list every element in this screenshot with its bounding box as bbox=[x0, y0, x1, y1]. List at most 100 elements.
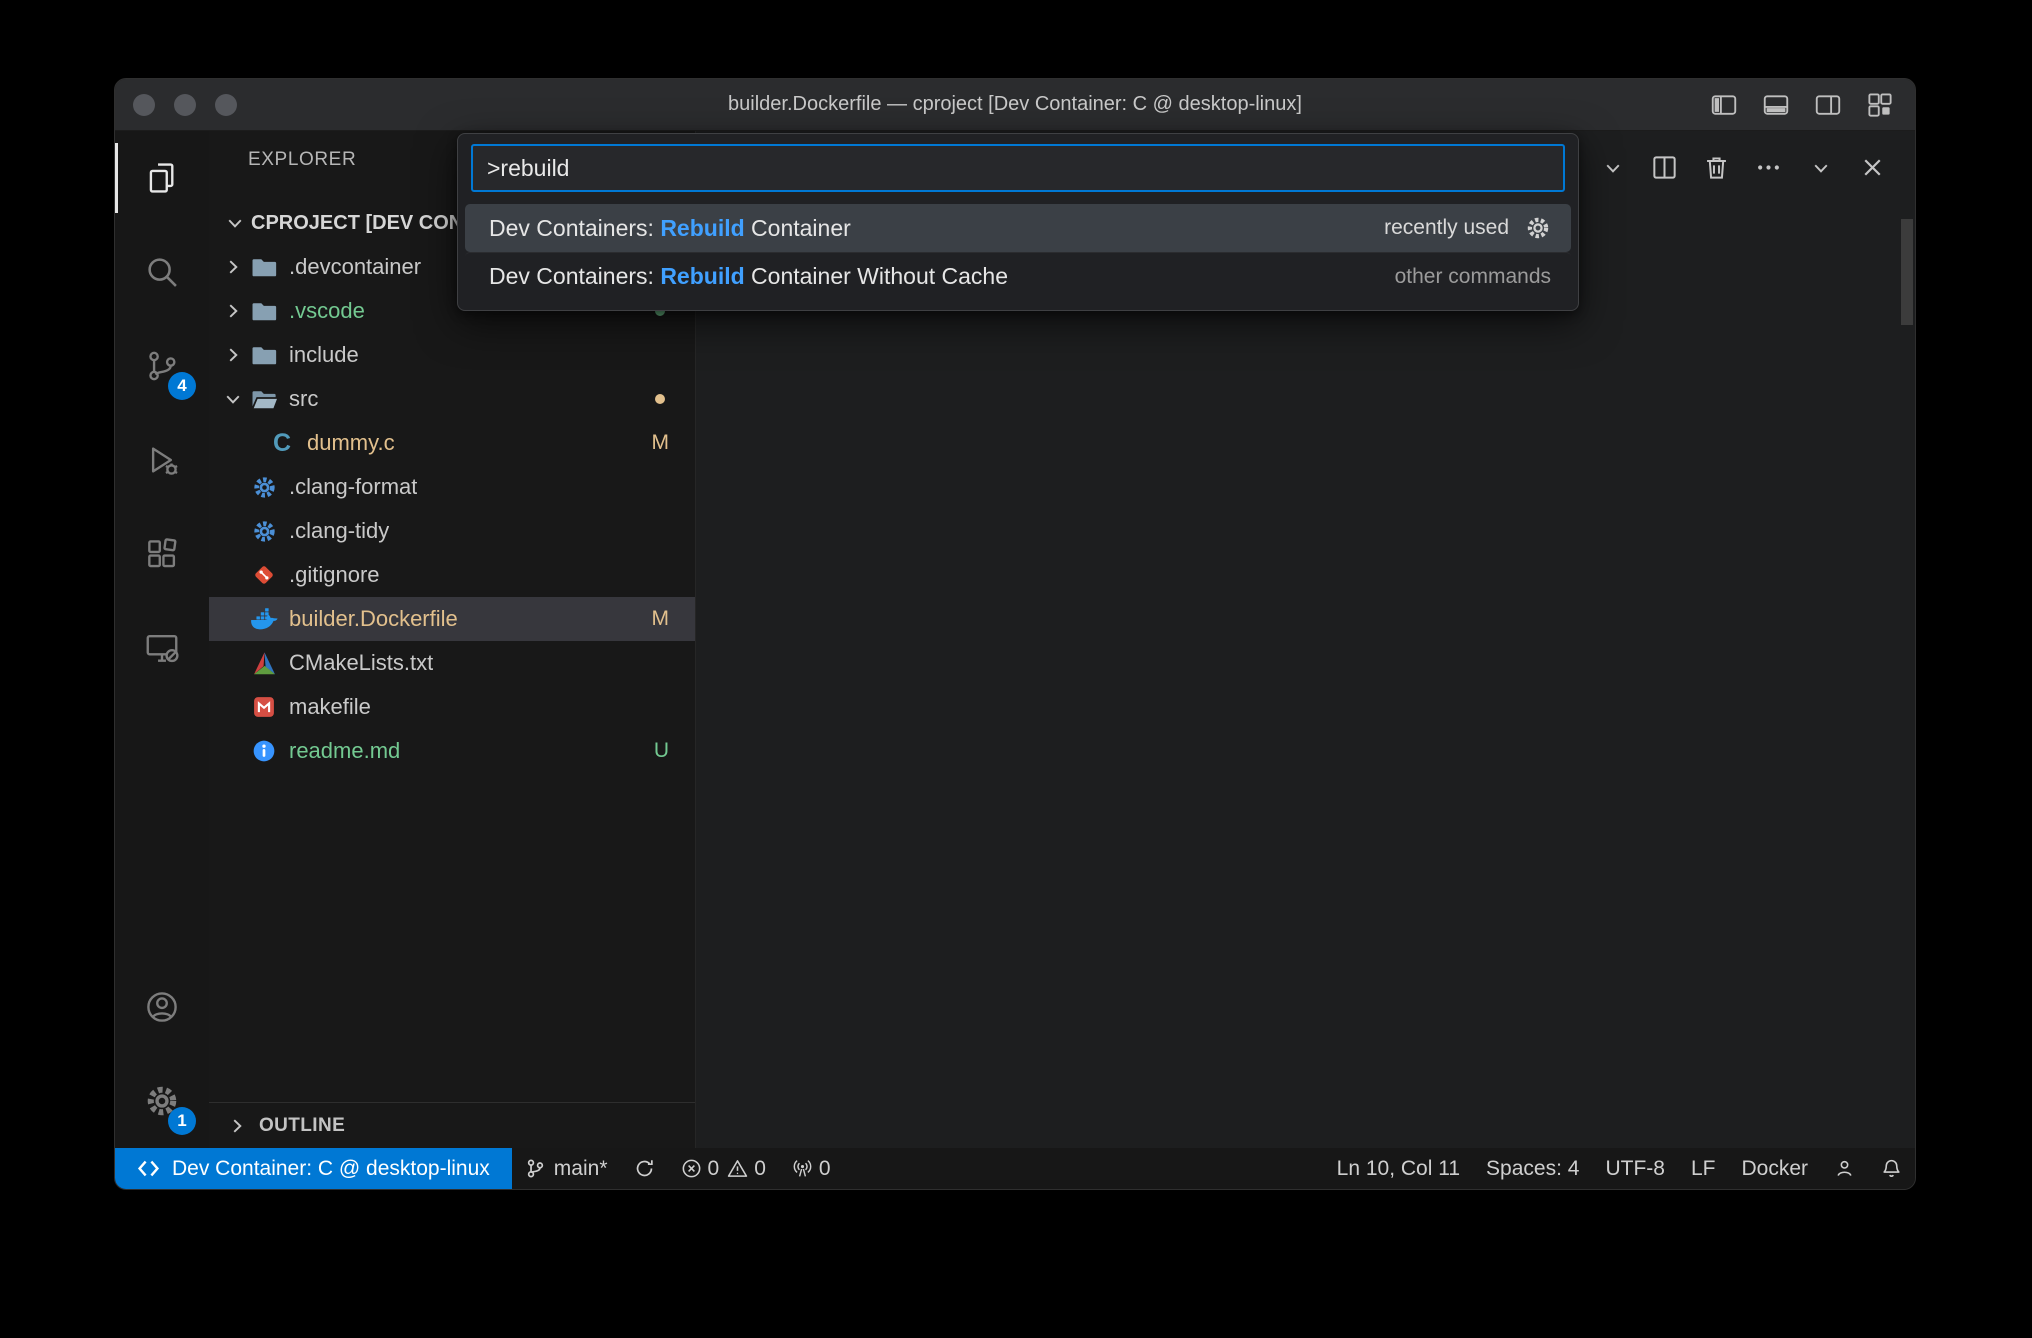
chevron-right-icon[interactable] bbox=[219, 253, 247, 281]
indentation[interactable]: Spaces: 4 bbox=[1473, 1148, 1592, 1189]
file-label: src bbox=[289, 386, 318, 412]
twisty-spacer bbox=[219, 737, 247, 765]
split-panel-button[interactable] bbox=[1648, 151, 1681, 184]
tree-item-include[interactable]: include bbox=[209, 333, 695, 377]
cursor-position[interactable]: Ln 10, Col 11 bbox=[1324, 1148, 1473, 1189]
tree-item-src[interactable]: src bbox=[209, 377, 695, 421]
tree-item-.clang-tidy[interactable]: .clang-tidy bbox=[209, 509, 695, 553]
activity-explorer[interactable] bbox=[115, 131, 209, 225]
command-item-meta: other commands bbox=[1395, 265, 1551, 289]
close-panel-button[interactable] bbox=[1856, 151, 1889, 184]
chevron-right-icon[interactable] bbox=[219, 297, 247, 325]
c-file-icon: C bbox=[265, 428, 299, 458]
eol-label: LF bbox=[1691, 1157, 1716, 1181]
folder-icon bbox=[247, 296, 281, 326]
scrollbar-thumb[interactable] bbox=[1901, 219, 1913, 325]
folder-icon bbox=[247, 340, 281, 370]
files-icon bbox=[143, 159, 181, 197]
chevron-right-icon[interactable] bbox=[219, 341, 247, 369]
command-item-2[interactable]: Dev Containers: Rebuild Container Withou… bbox=[465, 252, 1571, 300]
sync-status[interactable] bbox=[621, 1148, 668, 1189]
folder-icon bbox=[247, 252, 281, 282]
twisty-spacer bbox=[219, 561, 247, 589]
activity-run-debug[interactable] bbox=[115, 413, 209, 507]
zoom-window-button[interactable] bbox=[215, 94, 237, 116]
run-debug-icon bbox=[143, 441, 181, 479]
close-window-button[interactable] bbox=[133, 94, 155, 116]
activity-badge: 4 bbox=[168, 372, 196, 400]
file-label: .gitignore bbox=[289, 562, 380, 588]
hide-panel-button[interactable] bbox=[1804, 151, 1837, 184]
activity-search[interactable] bbox=[115, 225, 209, 319]
tree-item-makefile[interactable]: makefile bbox=[209, 685, 695, 729]
chevron-down-icon[interactable] bbox=[219, 385, 247, 413]
encoding-label: UTF-8 bbox=[1605, 1157, 1665, 1181]
activity-bar-bottom: 1 bbox=[115, 960, 209, 1148]
warning-icon bbox=[727, 1158, 748, 1179]
command-input[interactable] bbox=[471, 144, 1565, 192]
git-status-badge: M bbox=[652, 431, 670, 455]
file-label: .clang-tidy bbox=[289, 518, 389, 544]
cmake-file-icon bbox=[247, 648, 281, 678]
twisty-spacer bbox=[219, 605, 247, 633]
folder-open-icon bbox=[247, 384, 281, 414]
file-label: .vscode bbox=[289, 298, 365, 324]
activity-extensions[interactable] bbox=[115, 507, 209, 601]
eol[interactable]: LF bbox=[1678, 1148, 1729, 1189]
git-status-badge: M bbox=[652, 607, 670, 631]
tree-item-dummy.c[interactable]: Cdummy.cM bbox=[209, 421, 695, 465]
gear-file-icon bbox=[247, 472, 281, 502]
remote-indicator[interactable]: Dev Container: C @ desktop-linux bbox=[115, 1148, 512, 1189]
outline-label: OUTLINE bbox=[259, 1115, 345, 1137]
error-icon bbox=[681, 1158, 702, 1179]
language-mode[interactable]: Docker bbox=[1728, 1148, 1821, 1189]
layout-panel-icon[interactable] bbox=[1761, 90, 1791, 120]
warning-count: 0 bbox=[754, 1157, 766, 1181]
file-label: .devcontainer bbox=[289, 254, 421, 280]
activity-accounts[interactable] bbox=[115, 960, 209, 1054]
ports-status[interactable]: 0 bbox=[779, 1148, 844, 1189]
command-list: Dev Containers: Rebuild Container recentl… bbox=[465, 204, 1571, 300]
tree-item-CMakeLists.txt[interactable]: CMakeLists.txt bbox=[209, 641, 695, 685]
feedback[interactable] bbox=[1821, 1148, 1868, 1189]
tree-item-readme.md[interactable]: readme.md U bbox=[209, 729, 695, 773]
ports-count: 0 bbox=[819, 1157, 831, 1181]
title-bar: builder.Dockerfile — cproject [Dev Conta… bbox=[115, 79, 1915, 131]
status-bar: Dev Container: C @ desktop-linux main* 0… bbox=[115, 1148, 1915, 1189]
activity-badge: 1 bbox=[168, 1107, 196, 1135]
command-palette: Dev Containers: Rebuild Container recentl… bbox=[457, 133, 1579, 311]
activity-bar: 4 1 bbox=[115, 131, 209, 1148]
gear-small-icon[interactable] bbox=[1525, 215, 1551, 241]
branch-status[interactable]: main* bbox=[512, 1148, 621, 1189]
terminal-profile-button[interactable] bbox=[1596, 151, 1629, 184]
activity-settings[interactable]: 1 bbox=[115, 1054, 209, 1148]
command-item-meta: recently used bbox=[1384, 216, 1509, 240]
more-actions-button[interactable] bbox=[1752, 151, 1785, 184]
notifications[interactable] bbox=[1868, 1148, 1915, 1189]
twisty-spacer bbox=[219, 693, 247, 721]
activity-source-control[interactable]: 4 bbox=[115, 319, 209, 413]
tree-item-builder.Dockerfile[interactable]: builder.DockerfileM bbox=[209, 597, 695, 641]
layout-sidebar-icon[interactable] bbox=[1709, 90, 1739, 120]
twisty-spacer bbox=[219, 473, 247, 501]
layout-customize-icon[interactable] bbox=[1865, 90, 1895, 120]
info-file-icon bbox=[247, 736, 281, 766]
twisty-spacer bbox=[219, 517, 247, 545]
command-item-label: Dev Containers: Rebuild Container bbox=[489, 215, 851, 242]
tree-item-.gitignore[interactable]: .gitignore bbox=[209, 553, 695, 597]
file-label: readme.md bbox=[289, 738, 400, 764]
tree-item-.clang-format[interactable]: .clang-format bbox=[209, 465, 695, 509]
activity-remote-explorer[interactable] bbox=[115, 601, 209, 695]
git-status-badge: U bbox=[654, 739, 669, 763]
kill-terminal-button[interactable] bbox=[1700, 151, 1733, 184]
layout-secondary-sidebar-icon[interactable] bbox=[1813, 90, 1843, 120]
outline-section-header[interactable]: OUTLINE bbox=[209, 1102, 695, 1148]
encoding[interactable]: UTF-8 bbox=[1592, 1148, 1678, 1189]
status-right: Ln 10, Col 11 Spaces: 4 UTF-8 LF Docker bbox=[1324, 1148, 1915, 1189]
minimize-window-button[interactable] bbox=[174, 94, 196, 116]
command-item-1[interactable]: Dev Containers: Rebuild Container recentl… bbox=[465, 204, 1571, 252]
traffic-lights bbox=[133, 94, 237, 116]
bell-icon bbox=[1881, 1158, 1902, 1179]
problems-status[interactable]: 0 0 bbox=[668, 1148, 779, 1189]
panel-toolbar bbox=[1544, 151, 1889, 184]
